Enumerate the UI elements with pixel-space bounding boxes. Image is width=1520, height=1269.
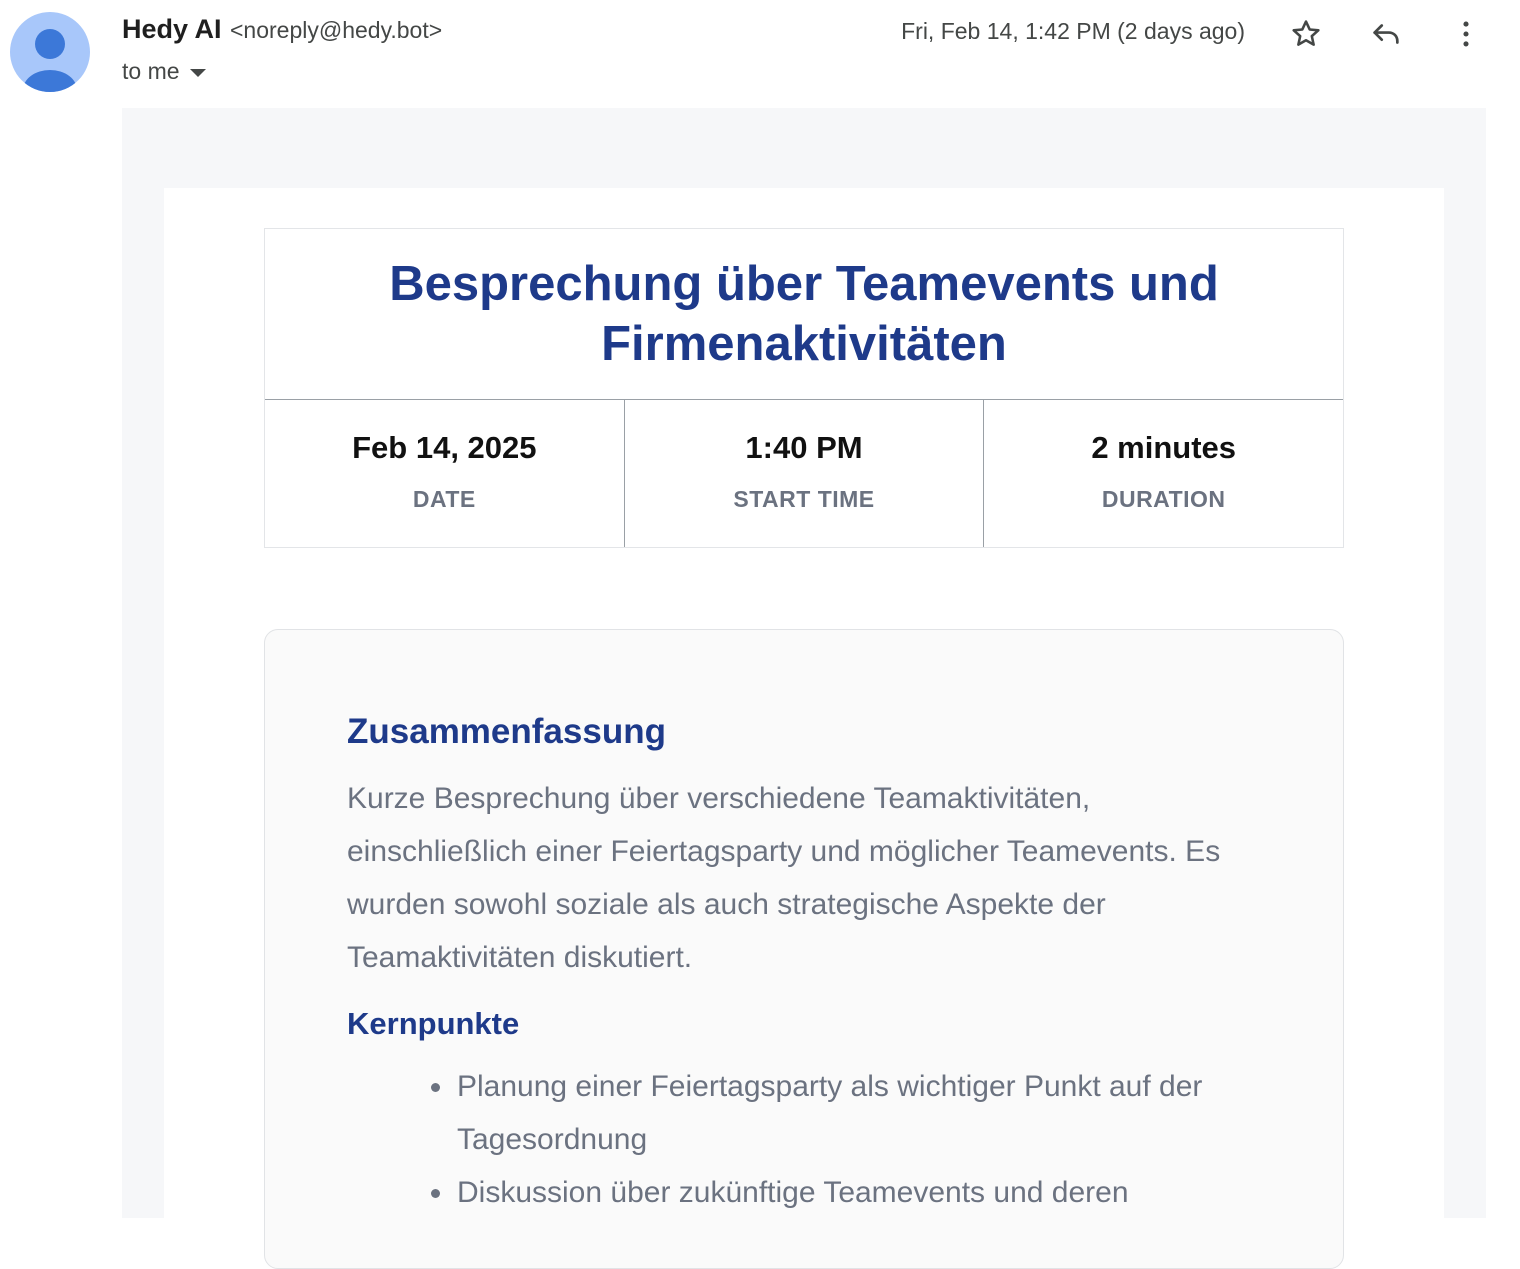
stat-start-time: 1:40 PM START TIME bbox=[623, 400, 984, 547]
stat-date-value: Feb 14, 2025 bbox=[352, 430, 537, 465]
list-item: Planung einer Feiertagsparty als wichtig… bbox=[431, 1060, 1287, 1166]
list-item: Diskussion über zukünftige Teamevents un… bbox=[431, 1166, 1287, 1219]
summary-card: Zusammenfassung Kurze Besprechung über v… bbox=[264, 629, 1344, 1269]
meeting-stats: Feb 14, 2025 DATE 1:40 PM START TIME 2 m… bbox=[265, 400, 1343, 547]
sender-line: Hedy AI <noreply@hedy.bot> bbox=[122, 14, 442, 45]
more-vert-icon bbox=[1463, 21, 1469, 47]
key-points-list: Planung einer Feiertagsparty als wichtig… bbox=[431, 1060, 1287, 1219]
sender-name[interactable]: Hedy AI bbox=[122, 14, 222, 44]
reply-button[interactable] bbox=[1366, 14, 1406, 54]
caret-down-icon bbox=[189, 68, 206, 77]
stat-start-time-label: START TIME bbox=[733, 486, 875, 512]
recipient-details-toggle[interactable]: to me bbox=[122, 58, 206, 85]
avatar-icon bbox=[23, 29, 77, 92]
more-options-button[interactable] bbox=[1446, 14, 1486, 54]
avatar[interactable] bbox=[10, 12, 90, 92]
reply-icon bbox=[1373, 24, 1399, 44]
summary-text: Kurze Besprechung über verschiedene Team… bbox=[347, 782, 1221, 974]
stat-start-time-value: 1:40 PM bbox=[745, 430, 863, 465]
stat-duration-label: DURATION bbox=[1101, 486, 1226, 512]
key-points-heading: Kernpunkte bbox=[347, 1006, 520, 1041]
star-button[interactable] bbox=[1286, 14, 1326, 54]
meeting-info-box: Besprechung über Teamevents und Firmenak… bbox=[264, 228, 1344, 548]
stat-duration: 2 minutes DURATION bbox=[983, 400, 1343, 547]
stat-duration-value: 2 minutes bbox=[1091, 430, 1237, 465]
recipient-label: to me bbox=[122, 58, 180, 84]
star-icon bbox=[1292, 20, 1320, 46]
stat-date-label: DATE bbox=[412, 486, 476, 512]
email-timestamp: Fri, Feb 14, 1:42 PM (2 days ago) bbox=[901, 18, 1245, 44]
meeting-title: Besprechung über Teamevents und Firmenak… bbox=[265, 229, 1343, 400]
summary-heading: Zusammenfassung bbox=[347, 712, 666, 751]
stat-date: Feb 14, 2025 DATE bbox=[265, 400, 624, 547]
sender-email: <noreply@hedy.bot> bbox=[229, 17, 443, 43]
